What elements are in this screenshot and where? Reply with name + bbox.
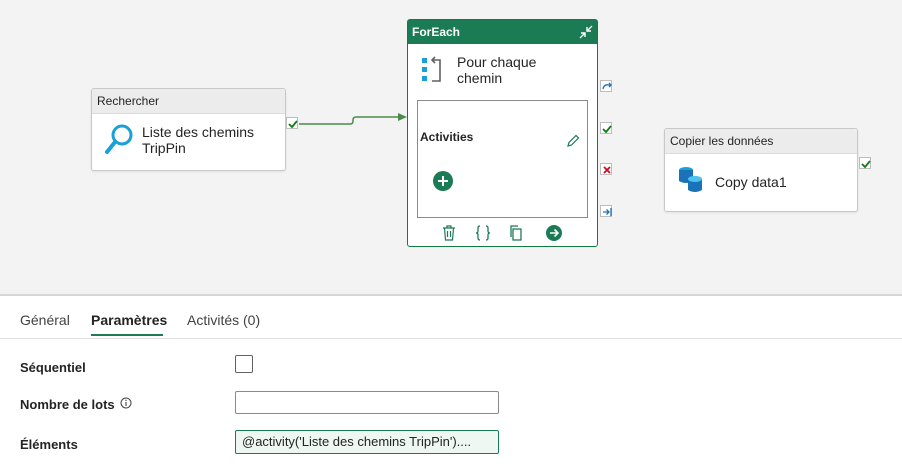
- foreach-skip-port[interactable]: [600, 80, 612, 92]
- check-icon: [861, 160, 871, 169]
- copy-activity-type: Copier les données: [665, 129, 857, 154]
- code-icon[interactable]: [475, 225, 491, 241]
- check-icon: [602, 125, 612, 134]
- sequential-checkbox[interactable]: [235, 355, 253, 373]
- copy-success-port[interactable]: [859, 157, 871, 169]
- foreach-success-port[interactable]: [600, 122, 612, 134]
- copy-activity-name: Copy data1: [715, 174, 787, 190]
- add-activity-button[interactable]: [433, 171, 453, 191]
- lookup-activity-name: Liste des chemins TripPin: [142, 124, 255, 156]
- delete-icon[interactable]: [442, 225, 456, 241]
- elements-expression-input[interactable]: @activity('Liste des chemins TripPin')..…: [235, 430, 499, 454]
- inner-activities-area[interactable]: Activities: [417, 100, 588, 218]
- tab-settings[interactable]: Paramètres: [91, 312, 167, 328]
- close-icon: [603, 166, 611, 174]
- batch-count-label: Nombre de lots: [20, 397, 132, 412]
- foreach-icon: [422, 56, 441, 82]
- foreach-completion-port[interactable]: [600, 205, 612, 217]
- arrow-right-icon: [550, 228, 560, 238]
- lookup-activity-type: Rechercher: [92, 89, 285, 114]
- navigate-button[interactable]: [546, 225, 562, 241]
- edit-icon[interactable]: [566, 134, 580, 148]
- foreach-activity[interactable]: ForEach Pour chaque chemin Activities: [407, 19, 598, 247]
- panel-divider[interactable]: [0, 294, 902, 296]
- elements-label: Éléments: [20, 437, 78, 452]
- foreach-failure-port[interactable]: [600, 163, 612, 175]
- batch-count-input[interactable]: [235, 391, 499, 414]
- lookup-success-port[interactable]: [286, 117, 298, 129]
- foreach-activity-name: Pour chaque chemin: [457, 54, 537, 86]
- inner-activities-title: Activities: [420, 130, 474, 144]
- database-icon: [679, 167, 702, 192]
- properties-tabs: Général Paramètres Activités (0): [0, 298, 902, 339]
- collapse-icon[interactable]: [579, 25, 593, 39]
- tab-general[interactable]: Général: [20, 312, 70, 328]
- search-icon: [105, 124, 133, 154]
- check-icon: [288, 120, 298, 129]
- copy-activity[interactable]: Copier les données Copy data1: [664, 128, 858, 212]
- sequential-label: Séquentiel: [20, 360, 86, 375]
- lookup-activity[interactable]: Rechercher Liste des chemins TripPin: [91, 88, 286, 171]
- plus-icon: [438, 176, 448, 186]
- copy-icon[interactable]: [509, 225, 525, 241]
- pipeline-canvas[interactable]: Rechercher Liste des chemins TripPin For…: [0, 0, 902, 294]
- foreach-activity-type: ForEach: [412, 25, 461, 39]
- skip-icon: [602, 82, 612, 90]
- info-icon[interactable]: [120, 397, 132, 409]
- arrow-in-icon: [603, 208, 612, 216]
- tab-activities[interactable]: Activités (0): [187, 312, 260, 328]
- active-tab-indicator: [91, 334, 163, 336]
